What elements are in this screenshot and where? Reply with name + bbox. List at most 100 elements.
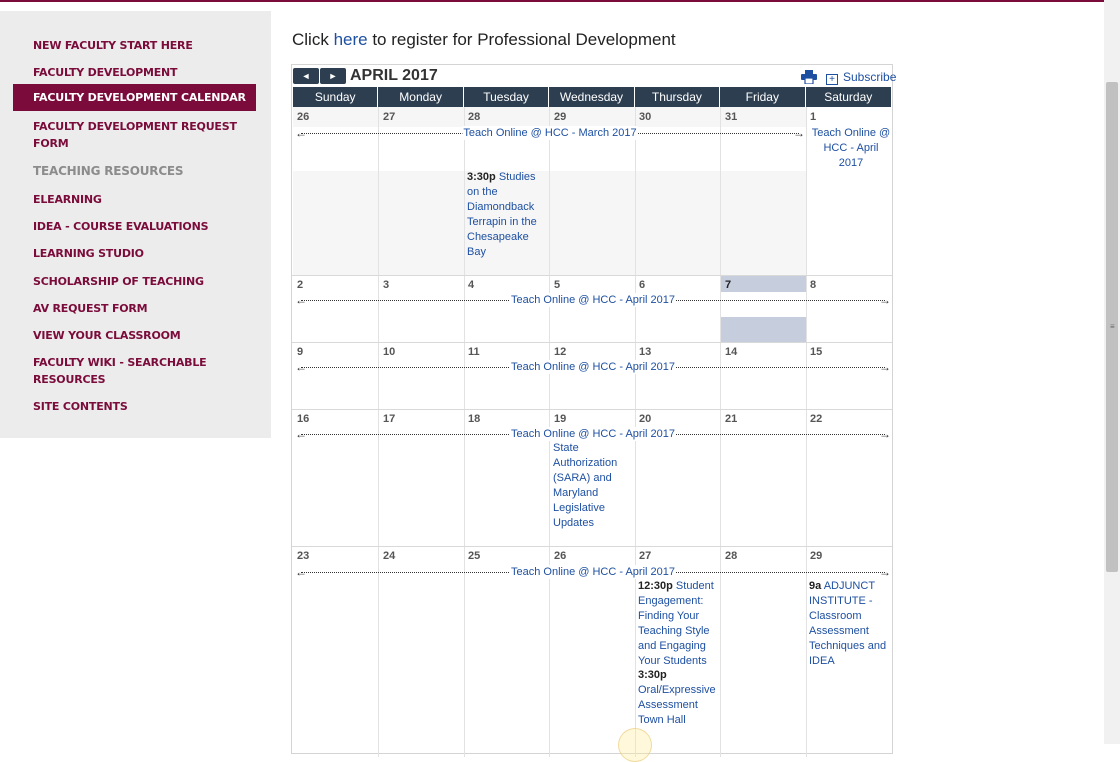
date-number-today: 7 [725,279,732,291]
day-name: Friday [720,87,806,107]
sidebar-item-learning-studio[interactable]: LEARNING STUDIO [13,245,256,262]
event-time: 12:30p [638,580,673,592]
arrow-left-icon: ← [295,360,307,374]
arrow-right-icon: → [879,565,891,579]
sidebar-item-view-your-classroom[interactable]: VIEW YOUR CLASSROOM [13,327,256,344]
calendar-month-title: APRIL 2017 [350,67,438,84]
event-title: Oral/Expressive Assessment Town Hall [638,684,716,726]
today-highlight [721,317,806,342]
register-line: Click here to register for Professional … [292,30,676,50]
prev-month-icon[interactable]: ◄ [293,68,319,84]
date-number: 8 [810,279,817,291]
span-event[interactable]: ← → Teach Online @ HCC - March 2017 [295,126,805,140]
event-oral-assessment[interactable]: 3:30p Oral/Expressive Assessment Town Hal… [638,668,720,728]
arrow-right-icon: → [879,427,891,441]
day-name: Tuesday [463,87,550,107]
event-adjunct-institute[interactable]: 9a ADJUNCT INSTITUTE -Classroom Assessme… [809,579,891,669]
print-icon[interactable] [801,70,817,84]
event-title: Studies on the Diamondback Terrapin in t… [467,171,537,258]
page-scrollbar[interactable] [1104,0,1120,744]
week-divider [292,409,892,410]
arrow-left-icon: ← [295,565,307,579]
calendar: ◄ ► APRIL 2017 + Subscribe Sunday Monday … [291,64,896,757]
sidebar-nav: NEW FACULTY START HERE FACULTY DEVELOPME… [0,11,271,438]
arrow-left-icon: ← [295,427,307,441]
event-title: ADJUNCT INSTITUTE -Classroom Assessment … [809,580,887,667]
register-prefix: Click [292,30,334,49]
date-number: 23 [297,550,310,562]
date-number: 10 [383,346,396,358]
sidebar-item-elearning[interactable]: ELEARNING [13,191,256,208]
event-terrapin[interactable]: 3:30p Studies on the Diamondback Terrapi… [467,170,547,260]
date-number: 9 [297,346,304,358]
date-number: 12 [554,346,567,358]
day-name-header: Sunday Monday Tuesday Wednesday Thursday… [293,87,891,107]
date-number: 13 [639,346,652,358]
span-event[interactable]: ← → Teach Online @ HCC - April 2017 [295,293,891,307]
date-number: 26 [297,111,310,123]
date-number: 3 [383,279,390,291]
arrow-left-icon: ← [295,126,307,140]
arrow-right-icon: → [879,360,891,374]
day-name: Wednesday [549,87,635,107]
date-number: 5 [554,279,561,291]
span-event[interactable]: ← → Teach Online @ HCC - April 2017 [295,565,891,579]
sidebar-item-av-request-form[interactable]: AV REQUEST FORM [13,300,256,317]
sidebar-item-site-contents[interactable]: SITE CONTENTS [13,398,256,415]
next-month-icon[interactable]: ► [320,68,346,84]
date-number: 16 [297,413,310,425]
sidebar-item-faculty-development-calendar[interactable]: FACULTY DEVELOPMENT CALENDAR [13,84,256,111]
sidebar-item-new-faculty[interactable]: NEW FACULTY START HERE [13,37,256,54]
date-number: 27 [383,111,396,123]
top-accent-bar [0,0,1104,2]
date-number: 28 [725,550,738,562]
date-number: 22 [810,413,823,425]
date-number: 27 [639,550,652,562]
date-number: 30 [639,111,652,123]
sidebar-item-idea-course-evaluations[interactable]: IDEA - COURSE EVALUATIONS [13,218,256,235]
date-number: 1 [810,111,817,123]
span-event[interactable]: ← → Teach Online @ HCC - April 2017 [295,427,891,441]
date-number: 11 [468,346,480,358]
date-number: 17 [383,413,396,425]
day-name: Thursday [634,87,721,107]
date-number: 4 [468,279,475,291]
grip-icon: ≡ [1110,322,1115,331]
subscribe-icon: + [826,74,838,85]
register-link[interactable]: here [334,30,368,49]
event-saturday-teach-online[interactable]: Teach Online @ HCC - April 2017 [811,126,891,171]
week-divider [292,342,892,343]
arrow-left-icon: ← [295,293,307,307]
date-number: 15 [810,346,823,358]
event-time: 3:30p [638,669,667,681]
sidebar-item-faculty-wiki[interactable]: FACULTY WIKI - SEARCHABLE RESOURCES [13,354,256,388]
date-number: 19 [554,413,567,425]
subscribe-link[interactable]: + Subscribe [826,70,896,85]
mouse-cursor-highlight [618,728,652,762]
week-divider [292,546,892,547]
date-number: 21 [725,413,738,425]
date-number: 25 [468,550,481,562]
date-number: 6 [639,279,646,291]
span-event-label: Teach Online @ HCC - April 2017 [509,427,677,441]
span-event-label: Teach Online @ HCC - April 2017 [509,293,677,307]
day-name: Monday [378,87,464,107]
date-number: 29 [810,550,823,562]
span-event[interactable]: ← → Teach Online @ HCC - April 2017 [295,360,891,374]
event-time: 9a [809,580,822,592]
arrow-right-icon: → [793,126,805,140]
event-student-engagement[interactable]: 12:30p Student Engagement: Finding Your … [638,579,720,669]
register-suffix: to register for Professional Development [367,30,676,49]
date-number: 31 [725,111,738,123]
arrow-right-icon: → [879,293,891,307]
sidebar-item-faculty-development[interactable]: FACULTY DEVELOPMENT [13,64,256,81]
date-number: 29 [554,111,567,123]
sidebar-item-teaching-resources[interactable]: TEACHING RESOURCES [13,163,256,180]
event-sara[interactable]: State Authorization (SARA) and Maryland … [553,441,633,531]
sidebar-item-scholarship-of-teaching[interactable]: SCHOLARSHIP OF TEACHING [13,273,256,290]
date-number: 24 [383,550,396,562]
date-number: 26 [554,550,567,562]
date-number: 20 [639,413,652,425]
week-divider [292,275,892,276]
sidebar-item-faculty-development-request-form[interactable]: FACULTY DEVELOPMENT REQUEST FORM [13,118,256,152]
